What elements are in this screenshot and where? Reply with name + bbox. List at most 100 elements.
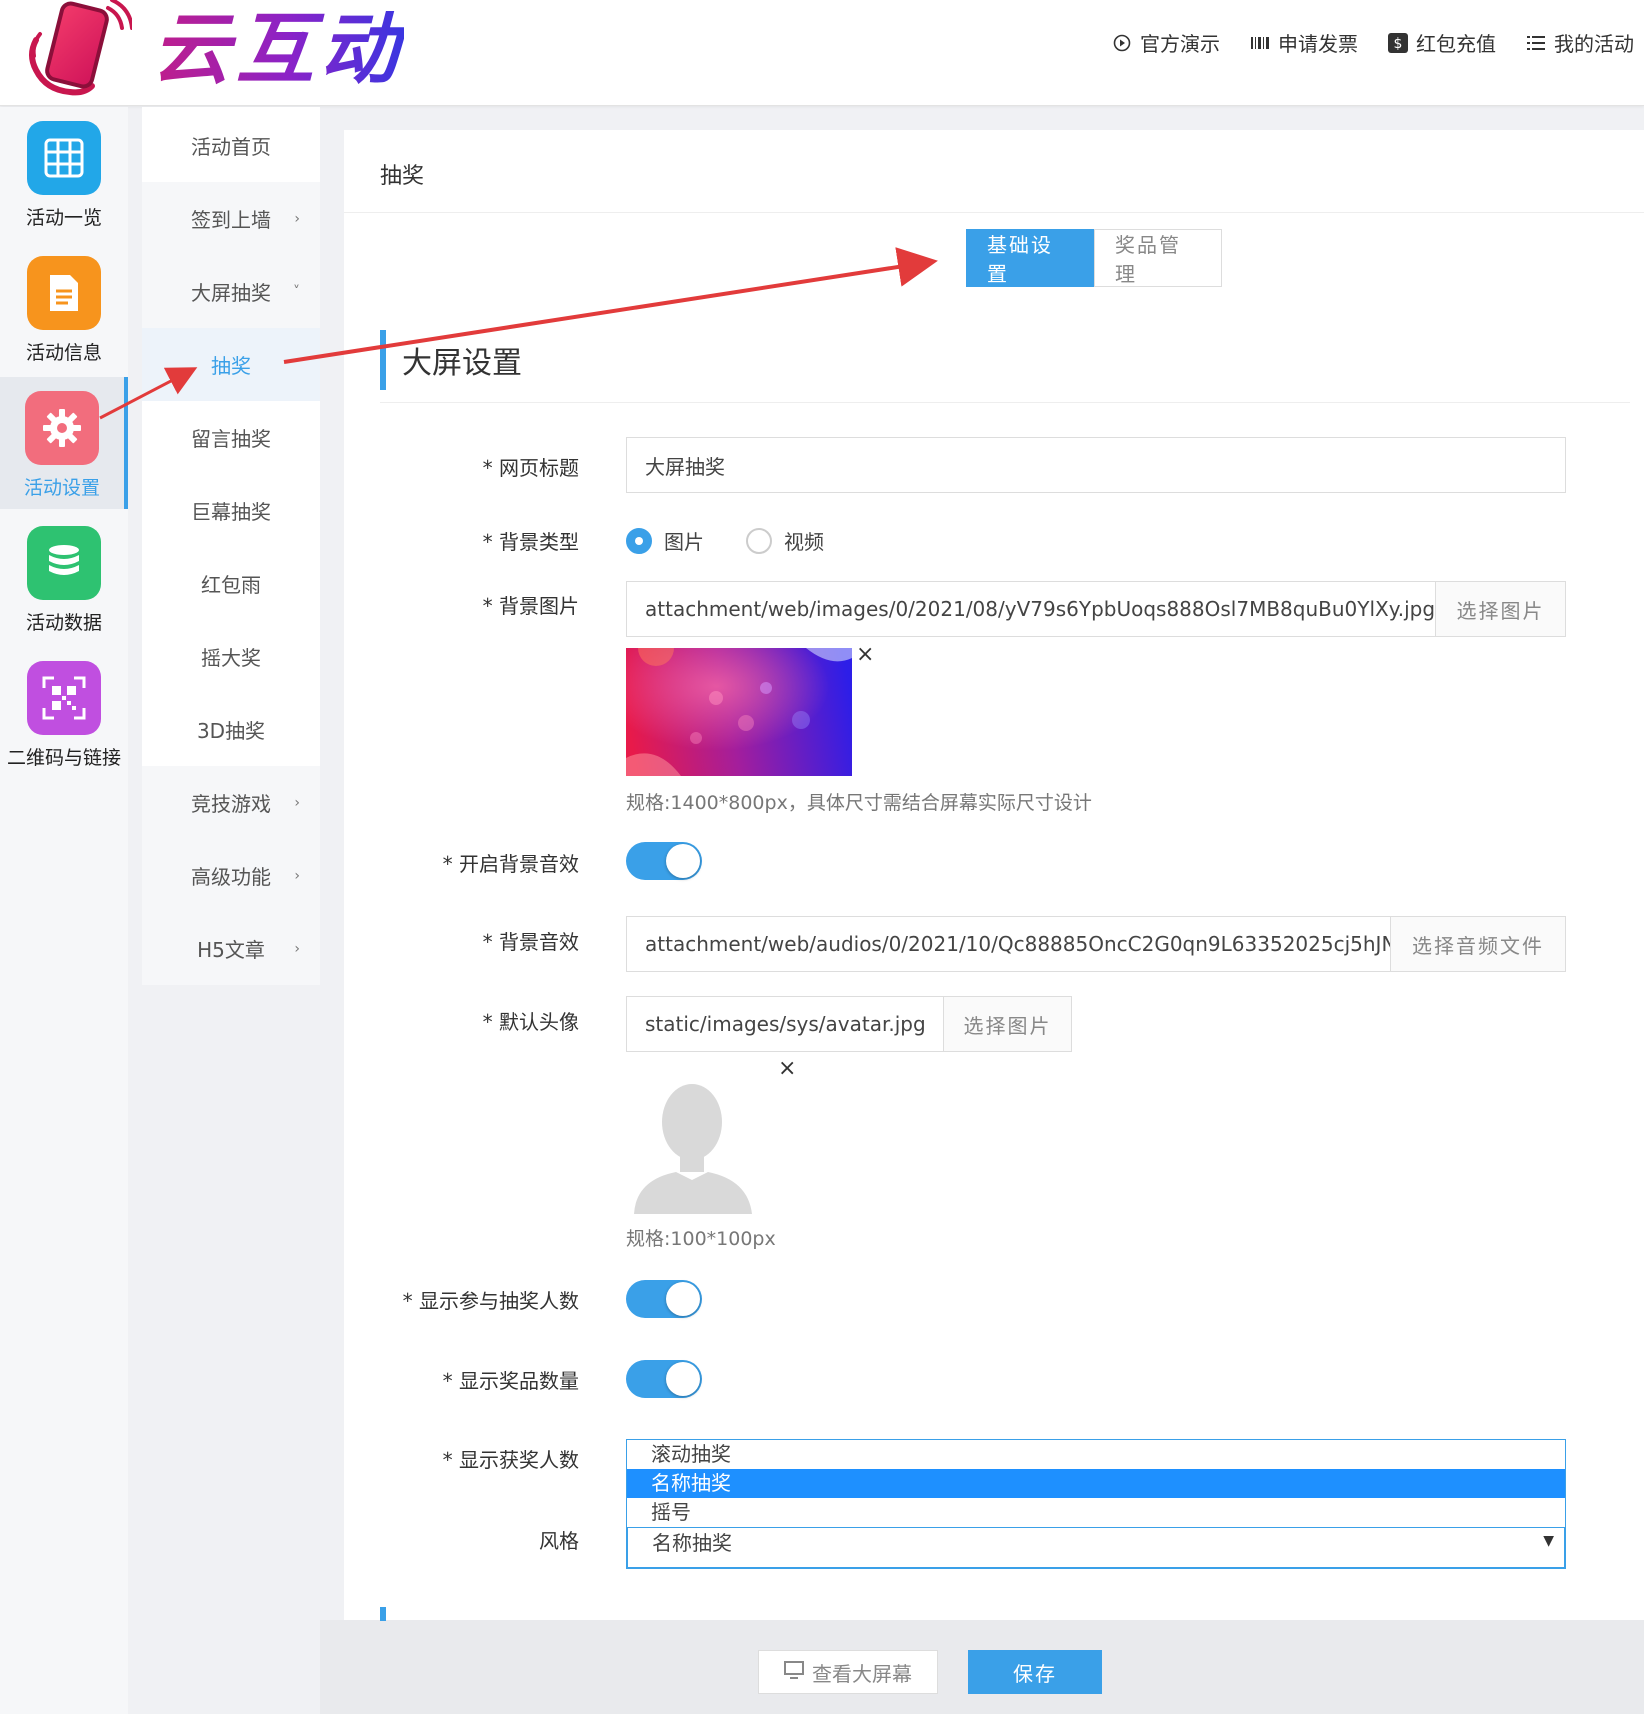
bg-audio-path-input[interactable]: attachment/web/audios/0/2021/10/Qc88885O… bbox=[626, 916, 1391, 972]
submenu-label: 抽奖 bbox=[211, 354, 251, 378]
submenu-label: 摇大奖 bbox=[201, 646, 261, 670]
submenu-item-giant-screen-lottery[interactable]: 巨幕抽奖 bbox=[142, 474, 320, 547]
tab-basic-settings[interactable]: 基础设置 bbox=[966, 229, 1094, 287]
submenu-item-signin-wall[interactable]: 签到上墙 › bbox=[142, 182, 320, 255]
style-option-lottery-number[interactable]: 摇号 bbox=[627, 1498, 1565, 1527]
style-option-name[interactable]: 名称抽奖 bbox=[627, 1469, 1565, 1498]
submenu-label: 红包雨 bbox=[201, 573, 261, 597]
top-nav: 官方演示 申请发票 $ 红包充值 我的活动 bbox=[1112, 28, 1634, 57]
show-participants-toggle[interactable] bbox=[626, 1280, 702, 1318]
chevron-right-icon: › bbox=[294, 940, 300, 957]
button-label: 查看大屏幕 bbox=[812, 1661, 912, 1686]
bg-image-thumbnail bbox=[626, 648, 852, 776]
submenu-item-red-packet-rain[interactable]: 红包雨 bbox=[142, 547, 320, 620]
barcode-icon bbox=[1250, 33, 1270, 53]
page-title-input[interactable]: 大屏抽奖 bbox=[626, 437, 1566, 493]
save-button[interactable]: 保存 bbox=[968, 1650, 1102, 1694]
show-prize-count-toggle[interactable] bbox=[626, 1360, 702, 1398]
sidebar-item-label: 活动信息 bbox=[25, 342, 102, 364]
avatar-help: 规格:100*100px bbox=[626, 1228, 776, 1250]
remove-avatar-close-icon[interactable]: × bbox=[778, 1056, 796, 1081]
submenu-item-games[interactable]: 竞技游戏 › bbox=[142, 766, 320, 839]
sidebar-item-label: 活动一览 bbox=[25, 207, 102, 229]
sidebar-item-label: 活动数据 bbox=[25, 612, 102, 634]
top-nav-my-activities[interactable]: 我的活动 bbox=[1526, 28, 1634, 57]
chevron-right-icon: › bbox=[294, 210, 300, 227]
submenu-item-message-lottery[interactable]: 留言抽奖 bbox=[142, 401, 320, 474]
database-icon bbox=[27, 526, 101, 600]
caret-down-icon: ▼ bbox=[1543, 1533, 1554, 1549]
submenu-label: 竞技游戏 bbox=[191, 792, 271, 816]
icon-sidebar: 活动一览 活动信息 活动设置 活动数据 二维码与链接 bbox=[0, 107, 128, 1714]
sub-menu-filler bbox=[142, 982, 320, 1714]
bg-type-image-radio[interactable] bbox=[626, 527, 652, 554]
qrcode-icon bbox=[27, 661, 101, 735]
bg-audio-label: * 背景音效 bbox=[482, 930, 579, 954]
bg-image-help: 规格:1400*800px，具体尺寸需结合屏幕实际尺寸设计 bbox=[626, 792, 1092, 814]
submenu-label: 签到上墙 bbox=[191, 208, 271, 232]
document-icon bbox=[27, 256, 101, 330]
sub-menu: 活动首页 签到上墙 › 大屏抽奖 ˅ 抽奖 留言抽奖 巨幕抽奖 红包雨 摇大奖 3D… bbox=[142, 107, 320, 1714]
top-nav-label: 申请发票 bbox=[1278, 32, 1358, 56]
sidebar-item-qrcode[interactable]: 二维码与链接 bbox=[0, 647, 128, 779]
default-avatar-label: * 默认头像 bbox=[482, 1010, 579, 1034]
style-dropdown-list: 滚动抽奖 名称抽奖 摇号 bbox=[626, 1439, 1566, 1528]
bg-image-path-input[interactable]: attachment/web/images/0/2021/08/yV79s6Yp… bbox=[626, 581, 1436, 637]
style-label: 风格 bbox=[539, 1529, 579, 1553]
dollar-icon: $ bbox=[1388, 32, 1408, 53]
top-nav-invoice[interactable]: 申请发票 bbox=[1250, 28, 1358, 57]
top-nav-label: 红包充值 bbox=[1416, 32, 1496, 56]
submenu-item-lottery[interactable]: 抽奖 bbox=[142, 328, 320, 401]
logo[interactable]: 云互动 bbox=[22, 0, 404, 100]
show-winners-label: * 显示获奖人数 bbox=[442, 1448, 579, 1472]
select-avatar-button[interactable]: 选择图片 bbox=[944, 996, 1072, 1052]
monitor-icon bbox=[784, 1660, 804, 1684]
radio-label: 视频 bbox=[784, 530, 824, 554]
top-nav-label: 我的活动 bbox=[1554, 32, 1634, 56]
play-circle-icon bbox=[1112, 33, 1132, 53]
bg-type-video-radio[interactable] bbox=[746, 527, 772, 554]
sidebar-item-overview[interactable]: 活动一览 bbox=[0, 107, 128, 239]
list-icon bbox=[1526, 33, 1546, 53]
submenu-item-advanced[interactable]: 高级功能 › bbox=[142, 839, 320, 912]
section-marker bbox=[380, 1607, 386, 1621]
avatar-placeholder-icon bbox=[626, 1080, 756, 1214]
submenu-item-shake-prize[interactable]: 摇大奖 bbox=[142, 620, 320, 693]
submenu-label: 大屏抽奖 bbox=[191, 281, 271, 305]
logo-text: 云互动 bbox=[152, 5, 405, 95]
submenu-item-big-screen-lottery[interactable]: 大屏抽奖 ˅ bbox=[142, 255, 320, 328]
grid-icon bbox=[27, 121, 101, 195]
sidebar-item-settings[interactable]: 活动设置 bbox=[0, 377, 128, 509]
divider bbox=[344, 212, 1644, 213]
view-big-screen-button[interactable]: 查看大屏幕 bbox=[758, 1650, 938, 1694]
default-avatar-path-input[interactable]: static/images/sys/avatar.jpg bbox=[626, 996, 944, 1052]
submenu-label: 活动首页 bbox=[191, 135, 271, 159]
bg-audio-toggle[interactable] bbox=[626, 842, 702, 880]
submenu-label: H5文章 bbox=[197, 938, 265, 962]
submenu-label: 巨幕抽奖 bbox=[191, 500, 271, 524]
remove-bg-image-close-icon[interactable]: × bbox=[856, 642, 874, 667]
sidebar-item-data[interactable]: 活动数据 bbox=[0, 512, 128, 644]
show-prize-count-label: * 显示奖品数量 bbox=[442, 1369, 579, 1393]
main-card: 抽奖 基础设置 奖品管理 大屏设置 * 网页标题 大屏抽奖 * 背景类型 图片 … bbox=[344, 130, 1644, 1620]
select-bg-image-button[interactable]: 选择图片 bbox=[1436, 581, 1566, 637]
bg-type-label: * 背景类型 bbox=[482, 530, 579, 554]
top-nav-demo[interactable]: 官方演示 bbox=[1112, 28, 1220, 57]
radio-label: 图片 bbox=[664, 530, 704, 554]
submenu-item-3d-lottery[interactable]: 3D抽奖 bbox=[142, 693, 320, 766]
style-option-scroll[interactable]: 滚动抽奖 bbox=[627, 1440, 1565, 1469]
bg-image-label: * 背景图片 bbox=[482, 594, 579, 618]
select-audio-file-button[interactable]: 选择音频文件 bbox=[1391, 916, 1566, 972]
style-select-value: 名称抽奖 bbox=[652, 1530, 732, 1555]
gear-icon bbox=[25, 391, 99, 465]
page-title: 抽奖 bbox=[380, 164, 425, 189]
tab-prize-management[interactable]: 奖品管理 bbox=[1094, 229, 1222, 287]
submenu-label: 高级功能 bbox=[191, 865, 271, 889]
submenu-item-home[interactable]: 活动首页 bbox=[142, 109, 320, 182]
chevron-right-icon: › bbox=[294, 794, 300, 811]
top-nav-recharge[interactable]: $ 红包充值 bbox=[1388, 28, 1496, 57]
divider bbox=[380, 402, 1630, 403]
sidebar-item-info[interactable]: 活动信息 bbox=[0, 242, 128, 374]
submenu-item-h5-article[interactable]: H5文章 › bbox=[142, 912, 320, 985]
tab-bar: 基础设置 奖品管理 bbox=[966, 229, 1222, 287]
